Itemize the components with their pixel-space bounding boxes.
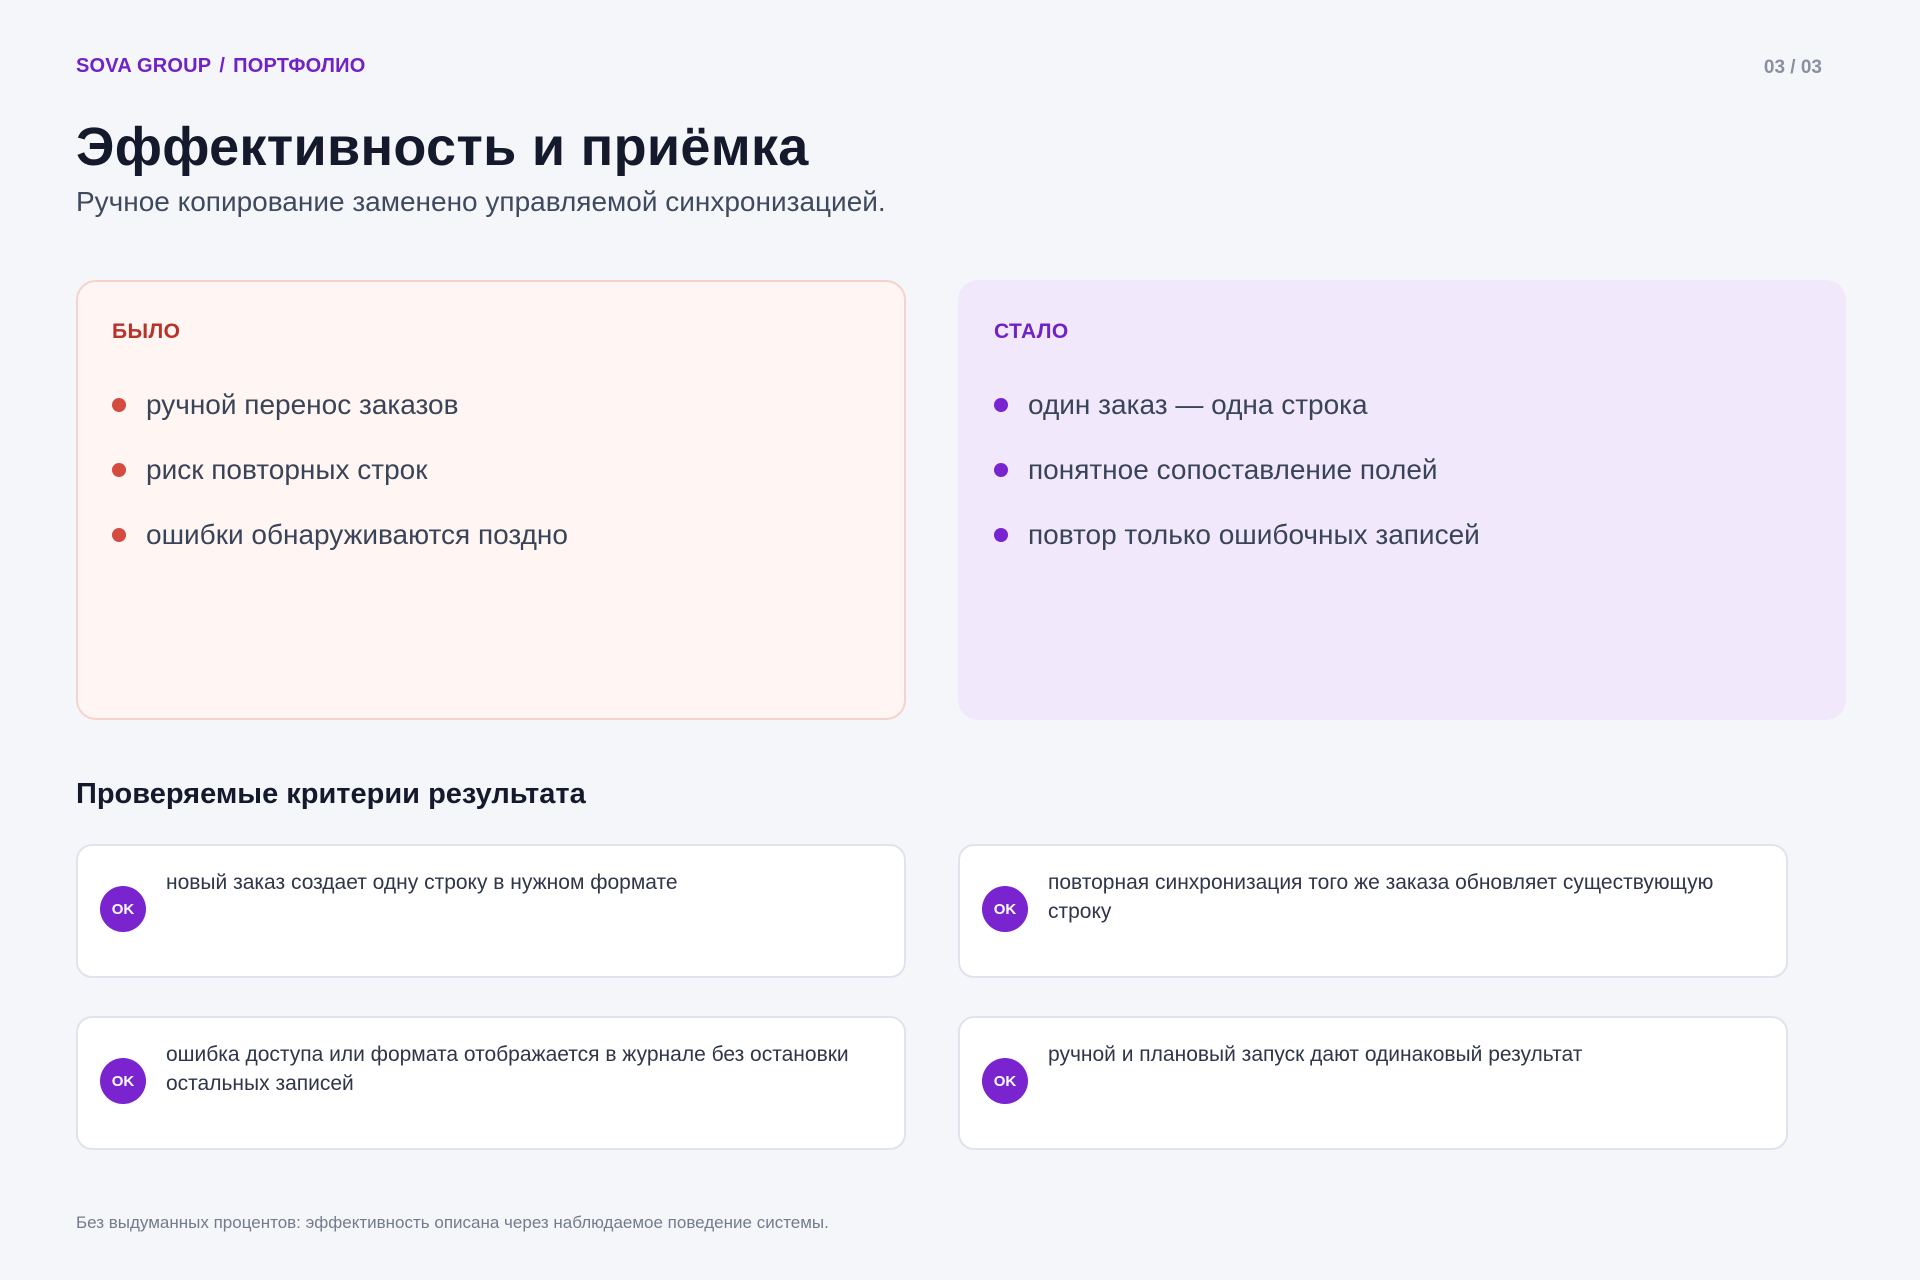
bullet-dot-icon: [112, 397, 126, 412]
criteria-text: повторная синхронизация того же заказа о…: [1048, 871, 1714, 923]
after-item-text: один заказ — одна строка: [1028, 388, 1368, 420]
before-item-text: ручной перенос заказов: [146, 388, 459, 420]
after-item: повтор только ошибочных записей: [994, 502, 1810, 567]
after-label: СТАЛО: [994, 320, 1069, 343]
page-title: Эффективность и приёмка: [76, 117, 809, 177]
criteria-heading: Проверяемые критерии результата: [76, 778, 586, 810]
criteria-card: OK повторная синхронизация того же заказ…: [958, 844, 1788, 978]
criteria-text: новый заказ создает одну строку в нужном…: [166, 871, 678, 894]
bullet-dot-icon: [112, 462, 126, 477]
before-item: ручной перенос заказов: [112, 372, 870, 437]
criteria-card: OK ручной и плановый запуск дают одинако…: [958, 1016, 1788, 1150]
before-item: риск повторных строк: [112, 437, 870, 502]
criteria-text: ошибка доступа или формата отображается …: [166, 1043, 849, 1095]
before-item-text: ошибки обнаруживаются поздно: [146, 518, 568, 550]
breadcrumb-separator: /: [219, 55, 226, 77]
ok-badge-icon: OK: [982, 886, 1028, 932]
before-panel: БЫЛО ручной перенос заказов риск повторн…: [76, 280, 906, 720]
footnote: Без выдуманных процентов: эффективность …: [76, 1213, 829, 1232]
breadcrumb-brand: SOVA GROUP: [76, 55, 212, 77]
breadcrumb-section: ПОРТФОЛИО: [233, 55, 366, 77]
after-item: один заказ — одна строка: [994, 372, 1810, 437]
ok-badge-icon: OK: [982, 1058, 1028, 1104]
ok-badge-icon: OK: [100, 886, 146, 932]
ok-badge-icon: OK: [100, 1058, 146, 1104]
criteria-card: OK новый заказ создает одну строку в нуж…: [76, 844, 906, 978]
before-label: БЫЛО: [112, 320, 181, 343]
after-item: понятное сопоставление полей: [994, 437, 1810, 502]
after-list: один заказ — одна строка понятное сопост…: [994, 372, 1810, 567]
criteria-card: OK ошибка доступа или формата отображает…: [76, 1016, 906, 1150]
before-item: ошибки обнаруживаются поздно: [112, 502, 870, 567]
bullet-dot-icon: [994, 527, 1008, 542]
before-list: ручной перенос заказов риск повторных ст…: [112, 372, 870, 567]
page-subtitle: Ручное копирование заменено управляемой …: [76, 186, 886, 217]
before-item-text: риск повторных строк: [146, 453, 428, 485]
page-counter: 03 / 03: [1763, 57, 1822, 78]
slide: SOVA GROUP / ПОРТФОЛИО 03 / 03 Эффективнос…: [0, 0, 1920, 1280]
bullet-dot-icon: [994, 462, 1008, 477]
after-item-text: понятное сопоставление полей: [1028, 453, 1438, 485]
bullet-dot-icon: [112, 527, 126, 542]
after-item-text: повтор только ошибочных записей: [1028, 518, 1480, 550]
bullet-dot-icon: [994, 397, 1008, 412]
breadcrumb: SOVA GROUP / ПОРТФОЛИО: [76, 55, 365, 78]
after-panel: СТАЛО один заказ — одна строка понятное …: [958, 280, 1846, 720]
criteria-text: ручной и плановый запуск дают одинаковый…: [1048, 1043, 1583, 1066]
